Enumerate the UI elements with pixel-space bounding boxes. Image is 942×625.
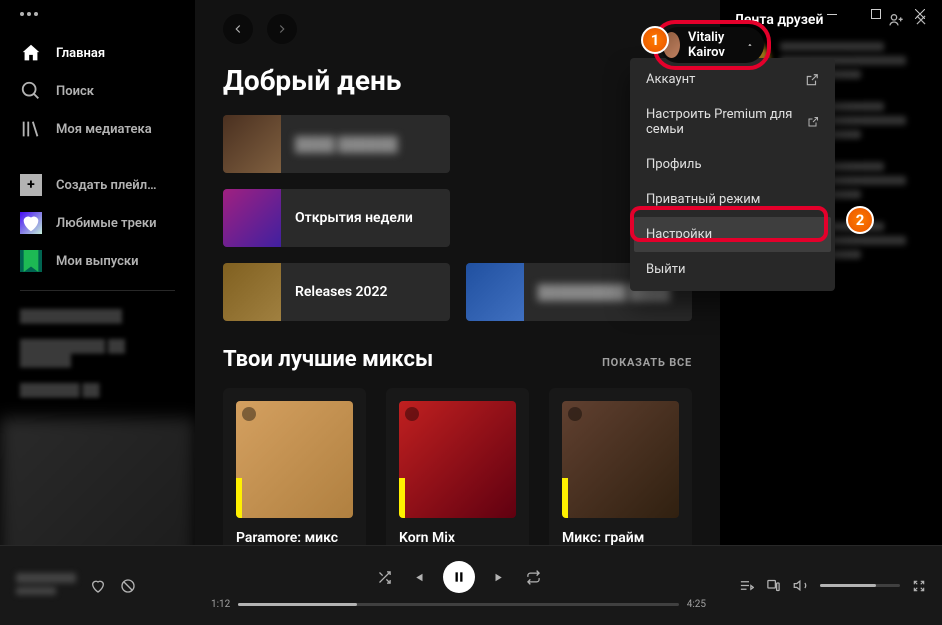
user-name: Vitaliy Kairov [688, 30, 738, 60]
nav-library-label: Моя медиатека [56, 122, 152, 137]
playlist-item[interactable]: ███████ ██ [0, 375, 195, 405]
playlist-item[interactable]: ████████████ [0, 301, 195, 331]
menu-private[interactable]: Приватный режим [634, 182, 831, 217]
queue-icon[interactable] [739, 578, 754, 593]
home-icon [20, 42, 42, 64]
user-menu-button[interactable]: Vitaliy Kairov [660, 27, 764, 63]
shortcut-card-discover[interactable]: Открытия недели [223, 189, 450, 247]
caret-up-icon [746, 39, 754, 51]
nav-episodes[interactable]: Мои выпуски [0, 242, 195, 280]
playlist-item[interactable]: ██████████ ██ ██████ [0, 331, 195, 375]
nav-library[interactable]: Моя медиатека [0, 110, 195, 148]
time-elapsed: 1:12 [211, 599, 230, 610]
back-button[interactable] [223, 14, 253, 44]
mix-card[interactable]: Korn Mix [386, 388, 529, 559]
nav-search[interactable]: Поиск [0, 72, 195, 110]
window-minimize[interactable] [810, 0, 854, 28]
shortcut-card[interactable]: ████ ██████ [223, 115, 450, 173]
shortcut-card-releases[interactable]: Releases 2022 [223, 263, 450, 321]
nav-create-playlist[interactable]: + Создать плейл… [0, 166, 195, 204]
search-icon [20, 80, 42, 102]
window-maximize[interactable] [854, 0, 898, 28]
progress-bar[interactable] [238, 603, 678, 606]
nav-liked-label: Любимые треки [56, 216, 157, 231]
menu-premium[interactable]: Настроить Premium для семьи [634, 97, 831, 147]
nav-home[interactable]: Главная [0, 34, 195, 72]
volume-slider[interactable] [820, 584, 900, 587]
shuffle-button[interactable] [377, 570, 392, 585]
menu-profile[interactable]: Профиль [634, 147, 831, 182]
nav-episodes-label: Мои выпуски [56, 254, 139, 269]
menu-logout[interactable]: Выйти [634, 252, 831, 287]
forward-button[interactable] [267, 14, 297, 44]
fullscreen-icon[interactable] [912, 579, 926, 593]
volume-icon[interactable] [793, 578, 808, 593]
nav-create-label: Создать плейл… [56, 178, 157, 193]
external-link-icon [807, 115, 819, 129]
time-total: 4:25 [687, 599, 706, 610]
section-title-mixes: Твои лучшие миксы [223, 347, 433, 372]
previous-button[interactable] [410, 570, 425, 585]
nav-search-label: Поиск [56, 84, 94, 99]
repeat-button[interactable] [526, 570, 541, 585]
external-link-icon [805, 73, 819, 87]
plus-icon: + [20, 174, 42, 196]
devices-icon[interactable] [766, 578, 781, 593]
mix-card[interactable]: Paramore: микс [223, 388, 366, 559]
mix-card[interactable]: Микс: грайм [549, 388, 692, 559]
heart-outline-icon[interactable] [90, 578, 106, 594]
next-button[interactable] [493, 570, 508, 585]
page-title: Добрый день [223, 64, 692, 97]
user-dropdown: Аккаунт Настроить Premium для семьи Проф… [630, 58, 835, 291]
nav-home-label: Главная [56, 46, 105, 61]
now-playing-info[interactable] [16, 573, 76, 599]
pause-button[interactable] [443, 561, 475, 593]
nav-liked-songs[interactable]: Любимые треки [0, 204, 195, 242]
heart-icon [20, 212, 42, 234]
library-icon [20, 118, 42, 140]
annotation-step-1: 1 Vitaliy Kairov [653, 20, 771, 70]
bookmark-icon [20, 250, 42, 272]
menu-settings[interactable]: Настройки [634, 217, 831, 252]
block-icon[interactable] [120, 578, 136, 594]
window-close[interactable] [898, 0, 942, 28]
app-menu[interactable] [0, 12, 195, 34]
show-all-link[interactable]: ПОКАЗАТЬ ВСЕ [602, 356, 692, 369]
